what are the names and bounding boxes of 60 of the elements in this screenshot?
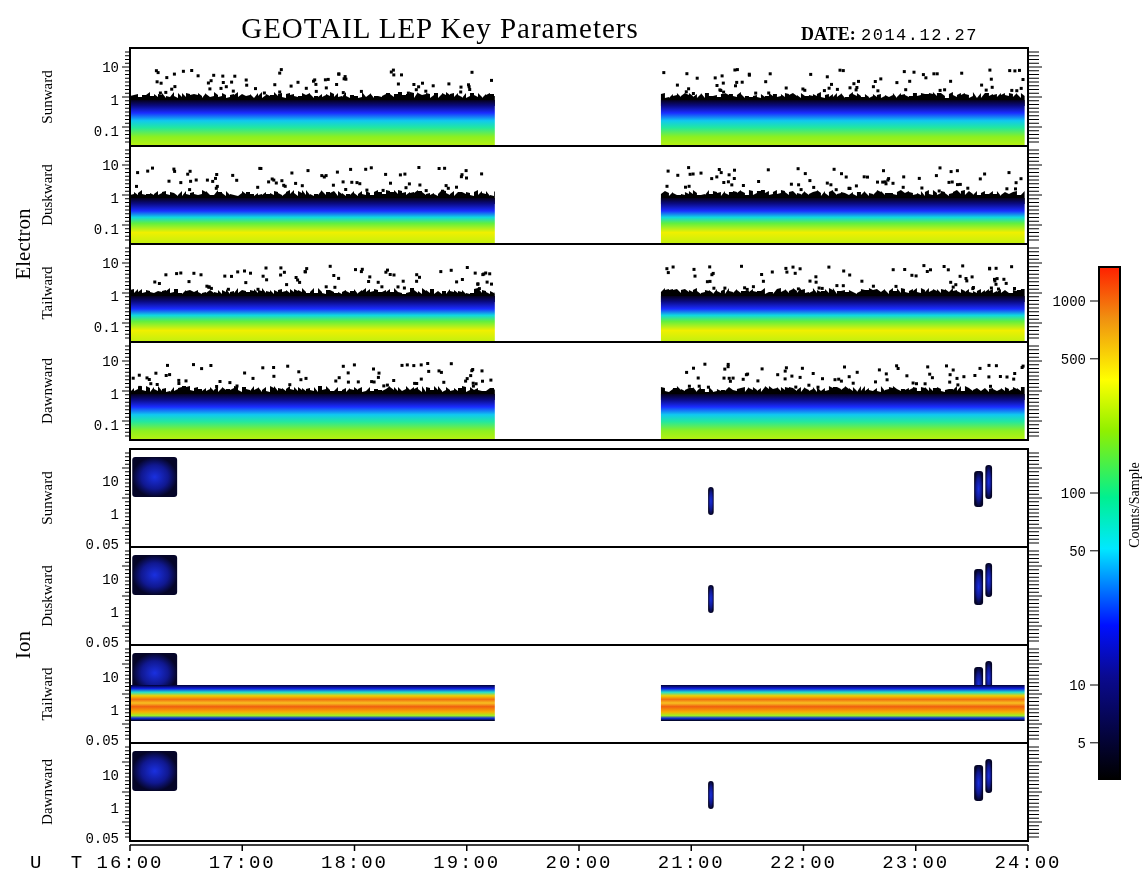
colorbar-tick-label: 5 [1077, 735, 1086, 752]
y-tick-label: 0.05 [85, 634, 119, 651]
y-tick-label: 10 [102, 474, 119, 491]
y-tick-label: 10 [102, 572, 119, 589]
y-tick-label: 1 [110, 702, 119, 719]
panel-label: Tailward [39, 266, 55, 320]
y-tick-label: 1 [110, 288, 119, 305]
y-tick-label: 1 [110, 604, 119, 621]
y-tick-label: 1 [110, 190, 119, 207]
group-label: Electron [11, 208, 35, 280]
panel-label: Sunward [39, 471, 55, 525]
x-tick-label: 16:00 [96, 852, 164, 874]
x-tick-label: 17:00 [208, 852, 276, 874]
x-tick-label: 22:00 [770, 852, 837, 874]
group-label: Ion [11, 631, 35, 659]
colorbar-label: Counts/Sample [1127, 462, 1142, 548]
y-tick-label: 0.1 [93, 320, 119, 337]
y-tick-label: 0.1 [93, 222, 119, 239]
colorbar-tick [1089, 550, 1100, 552]
x-tick-label: 19:00 [433, 852, 501, 874]
colorbar-tick-label: 10 [1069, 678, 1086, 694]
x-tick-label: 21:00 [657, 852, 725, 874]
x-tick-label: 20:00 [545, 852, 613, 874]
x-tick-label: 24:00 [994, 852, 1062, 874]
y-tick-label: 10 [102, 354, 119, 371]
y-tick-label: 0.1 [93, 418, 119, 435]
panel-label: Dawnward [39, 358, 55, 424]
y-tick-label: 0.05 [85, 536, 119, 553]
y-tick-label: 10 [102, 60, 119, 77]
date-value: 2014.12.27 [861, 26, 979, 45]
x-axis-label: U T [30, 852, 92, 874]
date-label: DATE: [801, 24, 856, 44]
colorbar-tick [1089, 300, 1100, 302]
colorbar-tick [1089, 492, 1100, 494]
y-tick-label: 1 [110, 92, 119, 109]
colorbar-tick [1089, 684, 1100, 686]
y-tick-label: 1 [110, 506, 119, 523]
y-tick-label: 0.05 [85, 830, 119, 847]
panel-label: Duskward [39, 565, 55, 627]
chart-title: GEOTAIL LEP Key Parameters [241, 12, 639, 44]
y-tick-label: 0.05 [85, 732, 119, 749]
y-tick-label: 10 [102, 158, 119, 175]
colorbar-tick [1089, 358, 1100, 360]
y-tick-label: 1 [110, 800, 119, 817]
y-tick-label: 0.1 [93, 124, 119, 141]
panel-label: Sunward [39, 70, 55, 124]
y-tick-label: 10 [102, 256, 119, 273]
colorbar-tick-label: 100 [1060, 486, 1086, 502]
colorbar-tick [1089, 742, 1100, 744]
panel-label: Tailward [39, 667, 55, 721]
y-tick-label: 10 [102, 670, 119, 687]
colorbar-tick-label: 50 [1069, 543, 1086, 560]
colorbar-tick-label: 500 [1060, 351, 1086, 368]
colorbar-tick-label: 1000 [1052, 294, 1086, 310]
x-tick-label: 18:00 [321, 852, 388, 874]
panel-label: Dawnward [39, 759, 55, 825]
x-tick-label: 23:00 [882, 852, 950, 874]
y-tick-label: 10 [102, 768, 119, 785]
y-tick-label: 1 [110, 386, 119, 403]
panel-label: Duskward [39, 164, 55, 226]
